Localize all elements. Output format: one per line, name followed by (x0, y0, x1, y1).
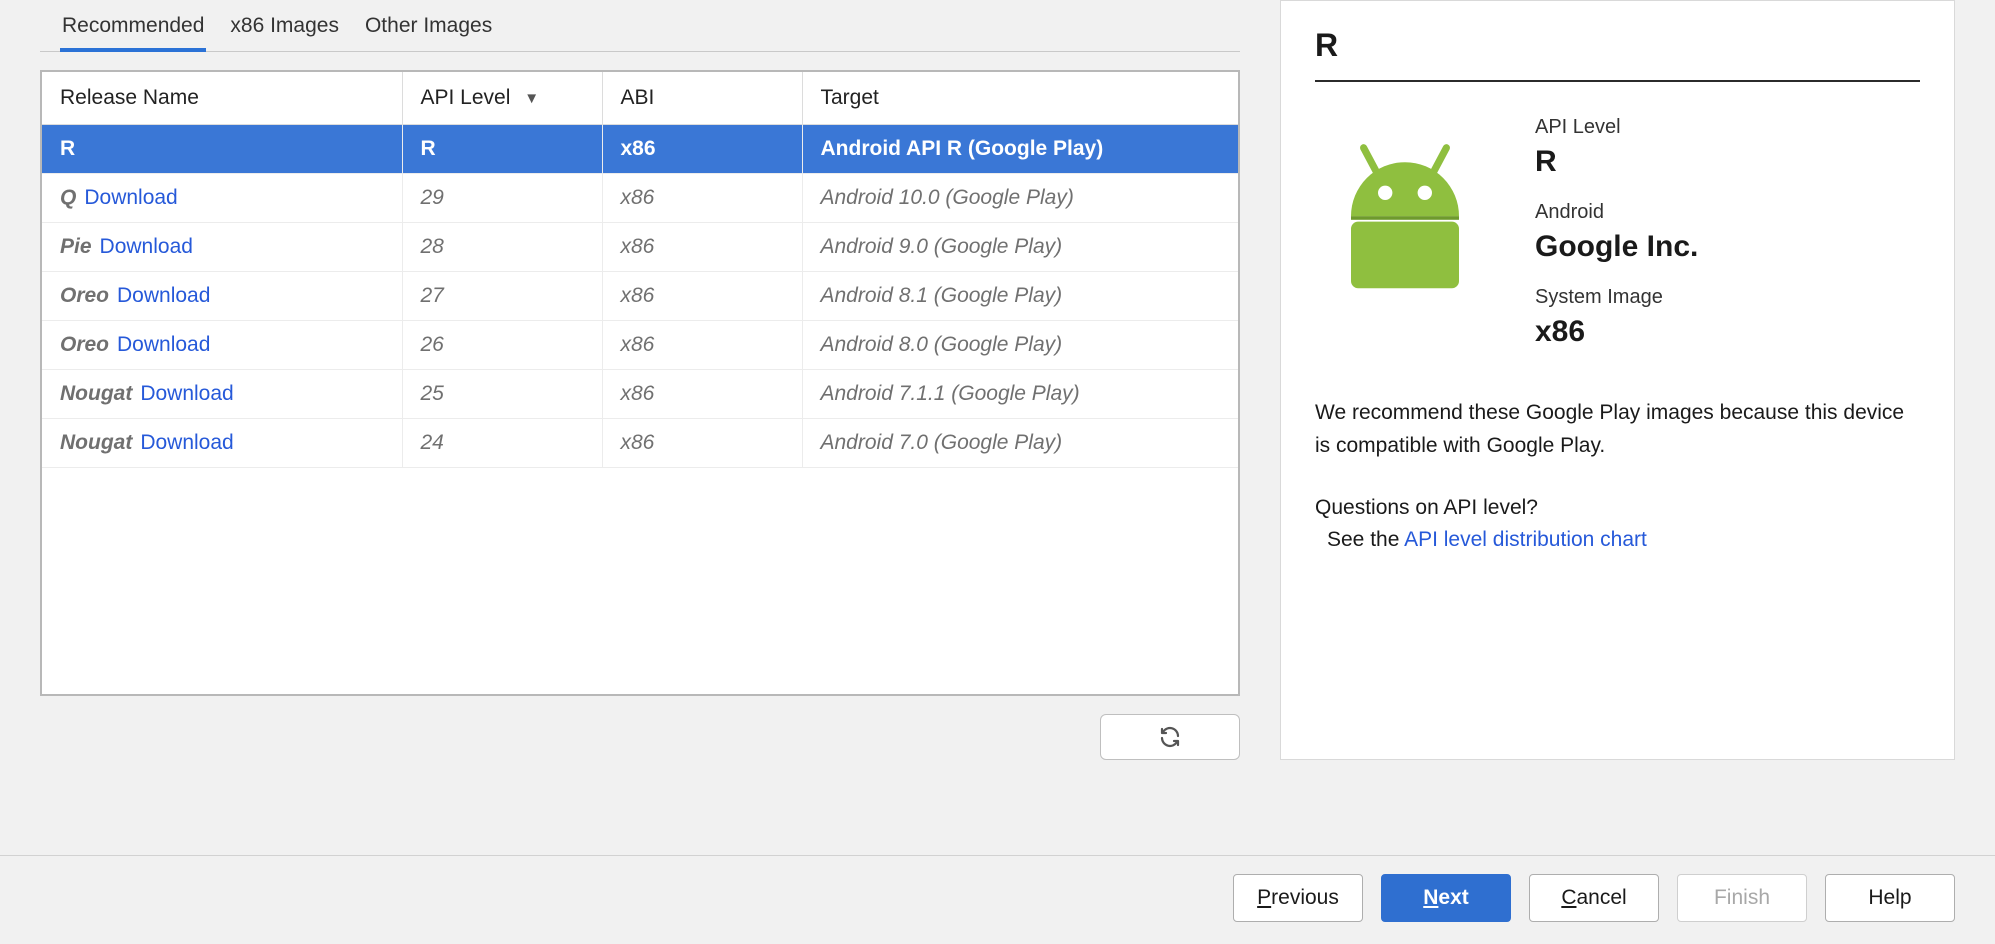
release-name: Nougat (60, 431, 132, 454)
download-link[interactable]: Download (100, 235, 193, 258)
api-cell: 24 (402, 419, 602, 468)
target-cell: Android 7.1.1 (Google Play) (802, 370, 1238, 419)
table-row[interactable]: Q Download 29x86Android 10.0 (Google Play) (42, 174, 1238, 223)
target-cell: Android 8.0 (Google Play) (802, 321, 1238, 370)
abi-cell: x86 (602, 223, 802, 272)
previous-button[interactable]: Previous (1233, 874, 1363, 922)
see-wrap: See the API level distribution chart (1315, 528, 1920, 552)
abi-cell: x86 (602, 370, 802, 419)
api-level-value: R (1535, 145, 1698, 179)
download-link[interactable]: Download (117, 333, 210, 356)
system-image-table: Release Name API Level ▼ ABI Target R Rx8… (40, 70, 1240, 696)
col-abi[interactable]: ABI (602, 72, 802, 125)
table-row[interactable]: Oreo Download 27x86Android 8.1 (Google Pla… (42, 272, 1238, 321)
release-name: Nougat (60, 382, 132, 405)
tab-recommended[interactable]: Recommended (60, 8, 206, 52)
table-row[interactable]: Oreo Download 26x86Android 8.0 (Google Pla… (42, 321, 1238, 370)
vendor-value: Google Inc. (1535, 230, 1698, 264)
target-cell: Android API R (Google Play) (802, 125, 1238, 174)
release-name: Pie (60, 235, 92, 258)
api-cell: 27 (402, 272, 602, 321)
tab-other-images[interactable]: Other Images (363, 8, 494, 51)
download-link[interactable]: Download (140, 382, 233, 405)
abi-cell: x86 (602, 174, 802, 223)
release-name: Oreo (60, 333, 109, 356)
abi-cell: x86 (602, 125, 802, 174)
table-row[interactable]: Pie Download 28x86Android 9.0 (Google Play… (42, 223, 1238, 272)
download-link[interactable]: Download (84, 186, 177, 209)
api-cell: 25 (402, 370, 602, 419)
api-level-label: API Level (1535, 116, 1698, 139)
target-cell: Android 10.0 (Google Play) (802, 174, 1238, 223)
abi-cell: x86 (602, 321, 802, 370)
api-question: Questions on API level? (1315, 496, 1920, 520)
release-name: R (60, 137, 75, 160)
api-distribution-link[interactable]: API level distribution chart (1404, 528, 1647, 551)
col-api-level[interactable]: API Level ▼ (402, 72, 602, 125)
col-release-name[interactable]: Release Name (42, 72, 402, 125)
refresh-button[interactable] (1100, 714, 1240, 760)
see-prefix: See the (1327, 528, 1404, 551)
api-cell: 26 (402, 321, 602, 370)
tab-x86-images[interactable]: x86 Images (228, 8, 341, 51)
table-row[interactable]: Nougat Download 24x86Android 7.0 (Google P… (42, 419, 1238, 468)
release-name: Oreo (60, 284, 109, 307)
system-image-value: x86 (1535, 315, 1698, 349)
image-tabs: Recommended x86 Images Other Images (40, 0, 1240, 52)
system-image-label: System Image (1535, 286, 1698, 309)
cancel-button[interactable]: Cancel (1529, 874, 1659, 922)
detail-panel: R API Level R Android (1280, 0, 1955, 760)
target-cell: Android 9.0 (Google Play) (802, 223, 1238, 272)
abi-cell: x86 (602, 419, 802, 468)
sort-desc-icon: ▼ (524, 90, 539, 107)
detail-title: R (1315, 27, 1920, 82)
download-link[interactable]: Download (140, 431, 233, 454)
release-name: Q (60, 186, 76, 209)
col-target[interactable]: Target (802, 72, 1238, 125)
android-icon (1315, 110, 1495, 371)
api-cell: R (402, 125, 602, 174)
col-api-level-label: API Level (421, 86, 511, 109)
recommend-text: We recommend these Google Play images be… (1315, 397, 1920, 462)
table-row[interactable]: Nougat Download 25x86Android 7.1.1 (Google… (42, 370, 1238, 419)
download-link[interactable]: Download (117, 284, 210, 307)
api-cell: 28 (402, 223, 602, 272)
finish-button: Finish (1677, 874, 1807, 922)
next-button[interactable]: Next (1381, 874, 1511, 922)
table-row[interactable]: R Rx86Android API R (Google Play) (42, 125, 1238, 174)
help-button[interactable]: Help (1825, 874, 1955, 922)
abi-cell: x86 (602, 272, 802, 321)
refresh-icon (1158, 725, 1182, 749)
wizard-footer: Previous Next Cancel Finish Help (0, 855, 1995, 944)
target-cell: Android 7.0 (Google Play) (802, 419, 1238, 468)
android-label: Android (1535, 201, 1698, 224)
target-cell: Android 8.1 (Google Play) (802, 272, 1238, 321)
api-cell: 29 (402, 174, 602, 223)
